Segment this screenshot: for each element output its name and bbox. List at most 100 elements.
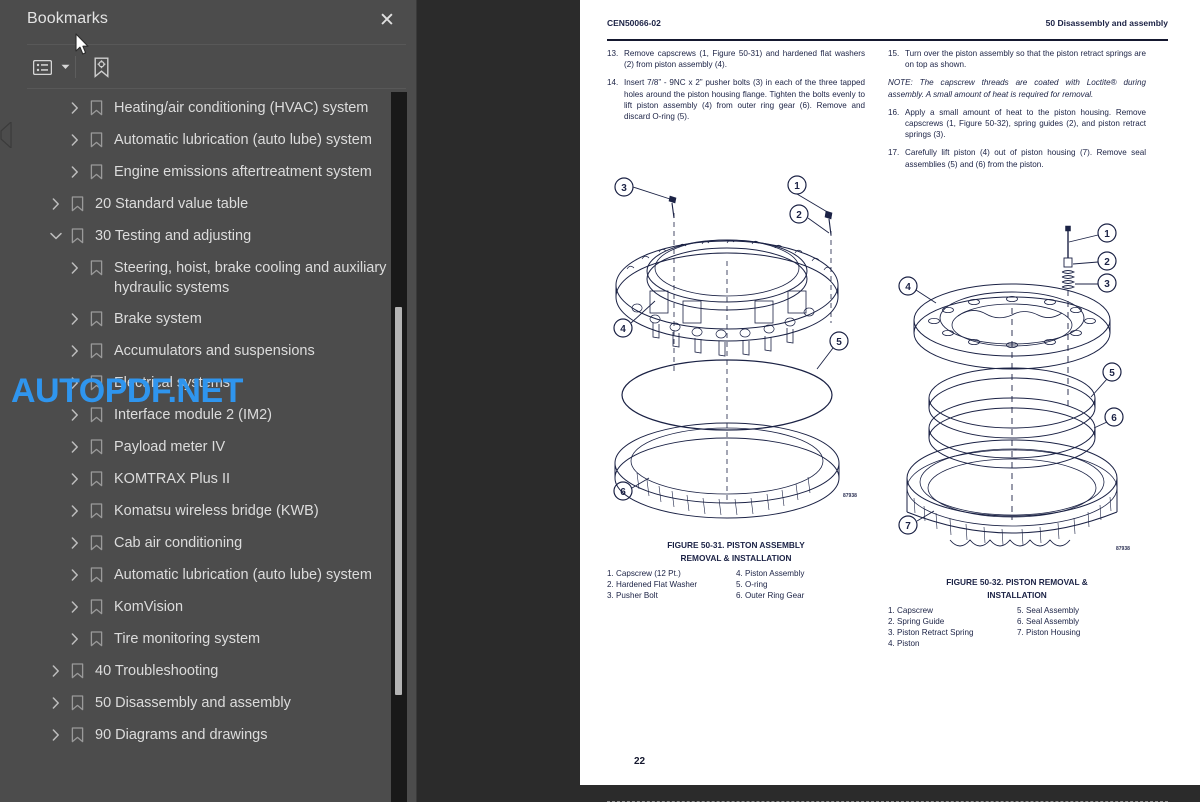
- bookmark-item[interactable]: 30 Testing and adjusting: [27, 220, 417, 252]
- chevron-right-icon[interactable]: [66, 404, 84, 426]
- chevron-right-icon[interactable]: [66, 308, 84, 330]
- bookmark-item[interactable]: Heating/air conditioning (HVAC) system: [27, 92, 417, 124]
- chevron-down-icon[interactable]: [57, 52, 73, 82]
- bookmark-item-label: Interface module 2 (IM2): [114, 407, 272, 423]
- bookmark-item-label: 30 Testing and adjusting: [95, 228, 252, 244]
- chevron-right-icon[interactable]: [66, 500, 84, 522]
- figure-50-31-caption-line2: REMOVAL & INSTALLATION: [680, 552, 792, 563]
- bookmark-item[interactable]: KOMTRAX Plus II: [27, 463, 417, 495]
- chevron-right-icon[interactable]: [66, 340, 84, 362]
- close-icon[interactable]: ✕: [374, 8, 400, 34]
- bookmark-item-label: Komatsu wireless bridge (KWB): [114, 503, 319, 519]
- chevron-right-icon[interactable]: [47, 193, 65, 215]
- bookmark-icon: [65, 225, 89, 247]
- bookmark-item[interactable]: KomVision: [27, 591, 417, 623]
- page-header-rule: [607, 39, 1168, 41]
- bookmark-icon: [84, 97, 108, 119]
- step-right-item: 15. Turn over the piston assembly so that…: [888, 48, 1146, 70]
- figure-50-31-legend-col2: 4. Piston Assembly 5. O-ring 6. Outer Ring…: [736, 568, 865, 601]
- figure-50-32-caption-line2: INSTALLATION: [987, 589, 1047, 600]
- svg-text:1: 1: [1104, 229, 1110, 240]
- bookmark-item[interactable]: Electrical systems: [27, 367, 417, 399]
- legend-entry: 3. Piston Retract Spring: [888, 628, 974, 637]
- figure-50-31: 3 1 2 4 5 6 87938 FIGURE 50-31. PISTON A…: [607, 173, 865, 601]
- chevron-right-icon[interactable]: [66, 129, 84, 151]
- left-rail: [0, 0, 27, 802]
- svg-text:5: 5: [836, 337, 842, 348]
- bookmarks-scrollbar[interactable]: [391, 92, 407, 802]
- bookmark-item[interactable]: Steering, hoist, brake cooling and auxil…: [27, 252, 417, 303]
- bookmark-item[interactable]: 50 Disassembly and assembly: [27, 687, 417, 719]
- chevron-down-icon[interactable]: [47, 225, 65, 247]
- step-left-text: Insert 7/8” - 9NC x 2” pusher bolts (3) …: [624, 78, 865, 122]
- figure-50-32-legend-col1: 1. Capscrew 2. Spring Guide 3. Piston Retr…: [888, 605, 1017, 649]
- bookmarks-panel: Bookmarks ✕ Heating/air conditioning (HV…: [27, 0, 417, 802]
- right-column: 15. Turn over the piston assembly so that…: [888, 48, 1146, 648]
- bookmark-item-label: Payload meter IV: [114, 439, 226, 455]
- figure-50-32-legend-col2: 5. Seal Assembly 6. Seal Assembly 7. Pisto…: [1017, 605, 1146, 649]
- bookmark-item[interactable]: Cab air conditioning: [27, 527, 417, 559]
- bookmark-item[interactable]: 90 Diagrams and drawings: [27, 719, 417, 751]
- bookmark-item[interactable]: Komatsu wireless bridge (KWB): [27, 495, 417, 527]
- bookmark-icon: [84, 596, 108, 618]
- bookmark-item[interactable]: 40 Troubleshooting: [27, 655, 417, 687]
- bookmark-item[interactable]: Interface module 2 (IM2): [27, 399, 417, 431]
- chevron-right-icon[interactable]: [66, 628, 84, 650]
- bookmark-item-label: Brake system: [114, 311, 202, 327]
- bookmark-item-label: Automatic lubrication (auto lube) system: [114, 132, 372, 148]
- new-bookmark-icon[interactable]: [86, 52, 116, 82]
- svg-text:3: 3: [1104, 279, 1110, 290]
- bookmark-item-label: Cab air conditioning: [114, 535, 243, 551]
- bookmark-icon: [84, 340, 108, 362]
- bookmark-item[interactable]: 20 Standard value table: [27, 188, 417, 220]
- rail-collapse-notch[interactable]: [0, 122, 12, 148]
- bookmarks-toolbar: [27, 48, 116, 86]
- page-header-left: CEN50066-02: [607, 18, 661, 28]
- bookmark-item[interactable]: Automatic lubrication (auto lube) system: [27, 559, 417, 591]
- chevron-right-icon[interactable]: [66, 564, 84, 586]
- bookmark-item[interactable]: Engine emissions aftertreatment system: [27, 156, 417, 188]
- bookmark-item[interactable]: Payload meter IV: [27, 431, 417, 463]
- step-right-number: 15.: [888, 49, 900, 58]
- legend-entry: 2. Spring Guide: [888, 617, 945, 626]
- step-right-text: Turn over the piston assembly so that th…: [905, 49, 1146, 70]
- document-viewer[interactable]: CEN50066-02 50 Disassembly and assembly …: [418, 0, 1200, 802]
- chevron-right-icon[interactable]: [66, 257, 84, 279]
- bookmark-icon: [84, 161, 108, 183]
- chevron-right-icon[interactable]: [66, 532, 84, 554]
- bookmark-icon: [65, 660, 89, 682]
- svg-text:87938: 87938: [1116, 546, 1130, 552]
- bookmark-item[interactable]: Accumulators and suspensions: [27, 335, 417, 367]
- chevron-right-icon[interactable]: [47, 692, 65, 714]
- chevron-right-icon[interactable]: [66, 596, 84, 618]
- chevron-right-icon[interactable]: [66, 468, 84, 490]
- page-number: 22: [634, 756, 646, 767]
- chevron-right-icon[interactable]: [66, 161, 84, 183]
- note-text: NOTE: The capscrew threads are coated wi…: [888, 78, 1146, 99]
- chevron-right-icon[interactable]: [66, 436, 84, 458]
- chevron-right-icon[interactable]: [47, 660, 65, 682]
- figure-50-32-drawing: 1 2 3 4 5 6 7 87938: [898, 223, 1130, 552]
- figure-50-32-legend: 1. Capscrew 2. Spring Guide 3. Piston Retr…: [888, 605, 1146, 649]
- bookmark-item-label: 20 Standard value table: [95, 196, 249, 212]
- list-options-icon[interactable]: [27, 52, 57, 82]
- bookmarks-scrollbar-thumb[interactable]: [395, 307, 402, 695]
- panel-title: Bookmarks: [27, 10, 108, 27]
- step-right-number: 16.: [888, 107, 900, 117]
- figure-50-31-caption-line1: FIGURE 50-31. PISTON ASSEMBLY: [667, 540, 805, 550]
- bookmarks-tree[interactable]: Heating/air conditioning (HVAC) system Au…: [27, 92, 417, 802]
- bookmark-item[interactable]: Automatic lubrication (auto lube) system: [27, 124, 417, 156]
- bookmark-icon: [65, 724, 89, 746]
- legend-entry: 4. Piston: [888, 639, 920, 648]
- bookmark-item[interactable]: Tire monitoring system: [27, 623, 417, 655]
- figure-50-31-legend-col1: 1. Capscrew (12 Pt.) 2. Hardened Flat Was…: [607, 568, 736, 601]
- chevron-right-icon[interactable]: [66, 97, 84, 119]
- svg-text:6: 6: [1111, 413, 1117, 424]
- bookmark-item-label: Electrical systems: [114, 375, 231, 391]
- chevron-right-icon[interactable]: [47, 724, 65, 746]
- bookmark-icon: [84, 129, 108, 151]
- chevron-right-icon[interactable]: [66, 372, 84, 394]
- bookmark-item[interactable]: Brake system: [27, 303, 417, 335]
- legend-entry: 2. Hardened Flat Washer: [607, 580, 698, 589]
- bookmark-icon: [84, 564, 108, 586]
